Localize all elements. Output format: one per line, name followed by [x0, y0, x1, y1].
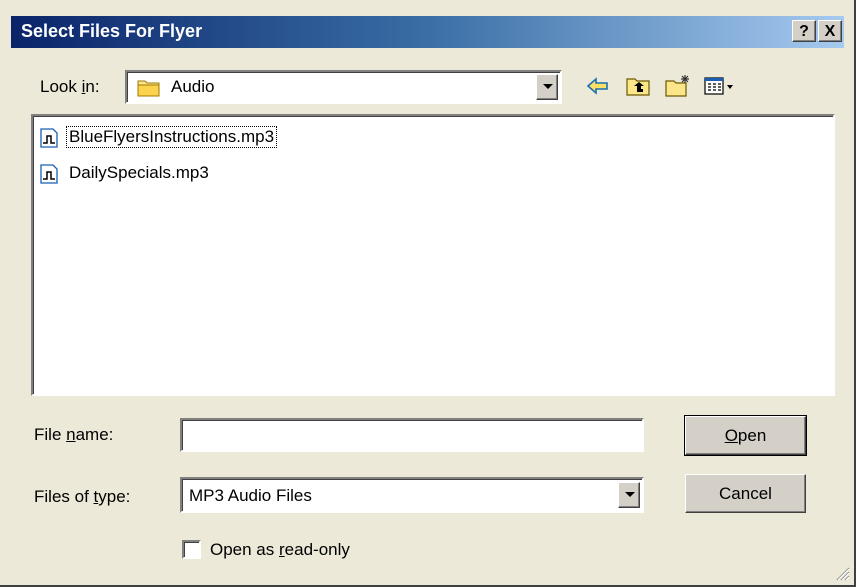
up-one-level-icon[interactable]	[624, 73, 652, 99]
title-bar[interactable]: Select Files For Flyer ? X	[11, 16, 844, 48]
folder-icon	[137, 80, 160, 97]
cancel-button[interactable]: Cancel	[685, 474, 806, 513]
look-in-dropdown-button[interactable]	[536, 74, 558, 100]
view-menu-icon[interactable]	[702, 73, 738, 99]
audio-file-icon	[40, 128, 58, 148]
files-of-type-select[interactable]: MP3 Audio Files	[180, 477, 644, 513]
close-button[interactable]: X	[818, 20, 842, 42]
create-new-folder-icon[interactable]	[664, 73, 692, 99]
look-in-label: Look in:	[40, 77, 100, 96]
look-in-combo[interactable]: Audio	[125, 70, 562, 104]
files-of-type-dropdown-button[interactable]	[618, 482, 640, 508]
dialog-title: Select Files For Flyer	[21, 21, 203, 41]
file-open-dialog: Select Files For Flyer ? X Look in: Audi…	[0, 0, 856, 587]
read-only-label[interactable]: Open as read-only	[210, 540, 350, 560]
file-name-text: DailySpecials.mp3	[69, 163, 209, 182]
back-arrow-icon[interactable]	[584, 73, 612, 99]
file-list[interactable]: BlueFlyersInstructions.mp3 DailySpecials…	[31, 114, 835, 396]
file-name-text: BlueFlyersInstructions.mp3	[65, 126, 278, 148]
files-of-type-value: MP3 Audio Files	[189, 486, 312, 505]
read-only-checkbox[interactable]	[182, 540, 201, 559]
look-in-value: Audio	[171, 77, 215, 96]
help-button[interactable]: ?	[792, 20, 816, 42]
files-of-type-label: Files of type:	[34, 487, 131, 506]
file-name-label: File name:	[34, 425, 114, 444]
resize-grip-icon[interactable]	[834, 565, 850, 581]
file-name-input[interactable]	[180, 418, 644, 452]
open-button[interactable]: Open	[684, 415, 807, 456]
audio-file-icon	[40, 164, 58, 184]
